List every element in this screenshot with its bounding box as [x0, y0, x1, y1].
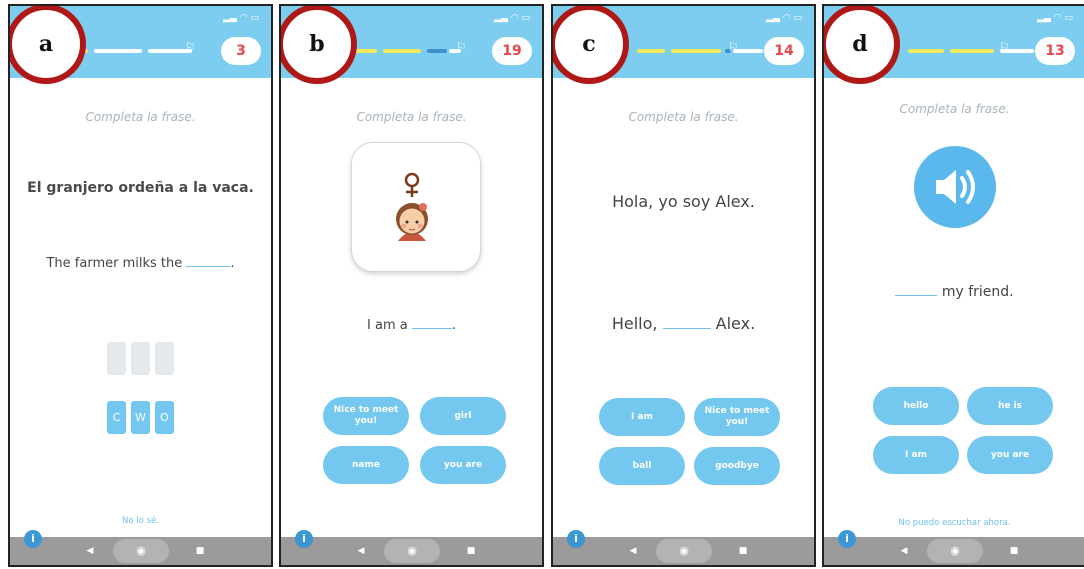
lesson-progress-bar: [613, 49, 778, 53]
home-nav-icon[interactable]: ◉: [673, 537, 695, 565]
instruction-text: Completa la frase.: [628, 110, 739, 124]
back-nav-icon[interactable]: ◀: [351, 537, 371, 565]
panel-a: ▂▃ ◠ ▭ ⚐ 3 a Completa la frase. El granj…: [8, 4, 273, 567]
answer-option[interactable]: you are: [420, 446, 506, 484]
target-sentence: The farmer milks the .: [46, 256, 235, 271]
finish-flag-icon: ⚐: [456, 40, 467, 54]
answer-option[interactable]: I am: [873, 436, 959, 474]
target-sentence: my friend.: [824, 284, 1084, 300]
home-nav-icon[interactable]: ◉: [130, 537, 152, 565]
lesson-counter: 14: [764, 37, 804, 65]
android-nav-bar: i ◀ ◉ ■: [824, 530, 1084, 565]
answer-option[interactable]: Nice to meet you!: [323, 397, 409, 435]
picture-card: [351, 142, 481, 272]
answer-slot[interactable]: [131, 342, 150, 375]
lesson-progress-bar: [70, 49, 235, 53]
speaker-icon: [936, 170, 975, 204]
back-nav-icon[interactable]: ◀: [80, 537, 100, 565]
info-icon[interactable]: i: [567, 530, 585, 548]
back-nav-icon[interactable]: ◀: [894, 537, 914, 565]
recents-nav-icon[interactable]: ■: [190, 537, 210, 565]
answer-slot[interactable]: [155, 342, 174, 375]
answer-slot[interactable]: [107, 342, 126, 375]
play-audio-button[interactable]: [914, 146, 996, 228]
prompt-sentence: Hola, yo soy Alex.: [612, 192, 755, 211]
info-icon[interactable]: i: [295, 530, 313, 548]
recents-nav-icon[interactable]: ■: [733, 537, 753, 565]
answer-option[interactable]: girl: [420, 397, 506, 435]
instruction-text: Completa la frase.: [356, 110, 467, 124]
recents-nav-icon[interactable]: ■: [461, 537, 481, 565]
answer-option[interactable]: he is: [967, 387, 1053, 425]
android-nav-bar: i ◀ ◉ ■: [281, 530, 542, 565]
girl-avatar-icon: [396, 172, 428, 241]
panel-b: ▂▃ ◠ ▭ ⚐ 19 b Completa la frase. I am a …: [279, 4, 544, 567]
answer-option[interactable]: goodbye: [694, 447, 780, 485]
lesson-progress-bar: [884, 49, 1049, 53]
android-nav-bar: i ◀ ◉ ■: [553, 530, 814, 565]
home-nav-icon[interactable]: ◉: [944, 537, 966, 565]
answer-option[interactable]: name: [323, 446, 409, 484]
lesson-progress-bar: [341, 49, 506, 53]
finish-flag-icon: ⚐: [728, 40, 739, 54]
finish-flag-icon: ⚐: [999, 40, 1010, 54]
lesson-counter: 13: [1035, 37, 1075, 65]
status-icons: ▂▃ ◠ ▭: [1037, 13, 1073, 23]
answer-option[interactable]: you are: [967, 436, 1053, 474]
lesson-counter: 19: [492, 37, 532, 65]
android-nav-bar: i ◀ ◉ ■: [10, 530, 271, 565]
answer-option[interactable]: Nice to meet you!: [694, 398, 780, 436]
info-icon[interactable]: i: [24, 530, 42, 548]
lesson-counter: 3: [221, 37, 261, 65]
letter-tile[interactable]: O: [155, 401, 174, 434]
status-icons: ▂▃ ◠ ▭: [223, 13, 259, 23]
instruction-text: Completa la frase.: [899, 102, 1010, 116]
panel-d: ▂▃ ◠ ▭ ⚐ 13 d Completa la frase. my frie…: [822, 4, 1084, 567]
panel-label: b: [281, 6, 357, 84]
answer-blank[interactable]: [662, 328, 711, 329]
home-nav-icon[interactable]: ◉: [401, 537, 423, 565]
letter-tile[interactable]: C: [107, 401, 126, 434]
answer-blank[interactable]: [411, 328, 452, 329]
cant-listen-link[interactable]: No puedo escuchar ahora.: [824, 518, 1084, 528]
back-nav-icon[interactable]: ◀: [623, 537, 643, 565]
answer-option[interactable]: ball: [599, 447, 685, 485]
answer-option[interactable]: I am: [599, 398, 685, 436]
prompt-sentence: El granjero ordeña a la vaca.: [27, 180, 254, 196]
panel-label: a: [10, 6, 86, 84]
status-icons: ▂▃ ◠ ▭: [766, 13, 802, 23]
target-sentence: Hello, Alex.: [611, 314, 756, 333]
answer-blank[interactable]: [895, 295, 938, 296]
answer-blank[interactable]: [186, 266, 231, 267]
letter-tile[interactable]: W: [131, 401, 150, 434]
status-icons: ▂▃ ◠ ▭: [494, 13, 530, 23]
panel-c: ▂▃ ◠ ▭ ⚐ 14 c Completa la frase. Hola, y…: [551, 4, 816, 567]
panel-label: d: [824, 6, 900, 84]
target-sentence: I am a .: [367, 318, 456, 333]
recents-nav-icon[interactable]: ■: [1004, 537, 1024, 565]
finish-flag-icon: ⚐: [185, 40, 196, 54]
instruction-text: Completa la frase.: [85, 110, 196, 124]
info-icon[interactable]: i: [838, 530, 856, 548]
panel-label: c: [553, 6, 629, 84]
dont-know-link[interactable]: No lo sé.: [10, 516, 271, 526]
answer-option[interactable]: hello: [873, 387, 959, 425]
